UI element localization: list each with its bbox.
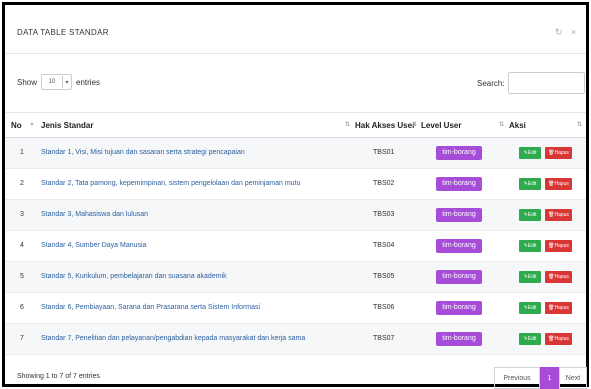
delete-button[interactable]: 🗑Hapus [545, 271, 572, 283]
edit-label: Edit [527, 243, 537, 249]
entries-select[interactable]: 10 ▾ [41, 74, 73, 90]
column-header-no[interactable]: No [11, 121, 22, 130]
page-1-button[interactable]: 1 [540, 367, 559, 389]
edit-label: Edit [527, 336, 537, 342]
jenis-standar-link[interactable]: Standar 1, Visi, Misi tujuan dan sasaran… [41, 149, 245, 156]
jenis-standar-link[interactable]: Standar 7, Penelitian dan pelayanan/peng… [41, 335, 305, 342]
sort-icon: ⇅ [345, 122, 351, 128]
panel-title: DATA TABLE STANDAR [17, 28, 109, 37]
refresh-icon[interactable]: ↻ [555, 27, 563, 38]
row-number: 5 [20, 273, 24, 280]
search-input[interactable] [507, 72, 585, 94]
row-number: 4 [20, 242, 24, 249]
hak-akses-value: TBS01 [373, 149, 395, 156]
edit-button[interactable]: ✎Edit [519, 333, 541, 345]
delete-button[interactable]: 🗑Hapus [545, 240, 572, 252]
show-label: Show [17, 77, 38, 87]
edit-label: Edit [527, 305, 537, 311]
entries-select-value: 10 [48, 79, 56, 85]
table-row: 6 Standar 6, Pembiayaan, Sarana dan Pras… [5, 293, 586, 324]
delete-button[interactable]: 🗑Hapus [545, 209, 572, 221]
hak-akses-value: TBS07 [373, 335, 395, 342]
edit-button[interactable]: ✎Edit [519, 240, 541, 252]
hak-akses-value: TBS06 [373, 304, 395, 311]
chevron-down-icon: ▾ [62, 76, 71, 88]
search-label: Search: [477, 78, 505, 88]
sort-icon: ⇅ [577, 122, 583, 128]
close-icon[interactable]: × [571, 27, 576, 37]
search-control: Search: [477, 72, 585, 94]
delete-button[interactable]: 🗑Hapus [545, 302, 572, 314]
delete-label: Hapus [554, 212, 569, 218]
hak-akses-value: TBS04 [373, 242, 395, 249]
table-info: Showing 1 to 7 of 7 entries [17, 373, 100, 380]
jenis-standar-link[interactable]: Standar 4, Sumber Daya Manusia [41, 242, 146, 249]
delete-label: Hapus [554, 150, 569, 156]
column-header-jenis-standar[interactable]: Jenis Standar [41, 121, 93, 130]
delete-label: Hapus [554, 305, 569, 311]
edit-button[interactable]: ✎Edit [519, 147, 541, 159]
delete-label: Hapus [554, 243, 569, 249]
hak-akses-value: TBS02 [373, 180, 395, 187]
previous-button[interactable]: Previous [494, 367, 540, 389]
delete-button[interactable]: 🗑Hapus [545, 147, 572, 159]
edit-label: Edit [527, 181, 537, 187]
panel-header: DATA TABLE STANDAR ↻ × [5, 5, 586, 54]
jenis-standar-link[interactable]: Standar 5, Kurikulum, pembelajaran dan s… [41, 273, 227, 280]
edit-label: Edit [527, 150, 537, 156]
edit-label: Edit [527, 274, 537, 280]
row-number: 6 [20, 304, 24, 311]
table-row: 1 Standar 1, Visi, Misi tujuan dan sasar… [5, 138, 586, 169]
sort-icon: ⇅ [499, 122, 505, 128]
table-row: 3 Standar 3, Mahasiswa dan lulusan TBS03… [5, 200, 586, 231]
row-number: 3 [20, 211, 24, 218]
edit-label: Edit [527, 212, 537, 218]
level-user-badge: tim-borang [436, 239, 482, 253]
level-user-badge: tim-borang [436, 177, 482, 191]
column-header-aksi[interactable]: Aksi [509, 121, 526, 130]
table-row: 7 Standar 7, Penelitian dan pelayanan/pe… [5, 324, 586, 355]
edit-button[interactable]: ✎Edit [519, 209, 541, 221]
data-table-panel: DATA TABLE STANDAR ↻ × Show 10 ▾ entries… [5, 5, 587, 389]
table-row: 4 Standar 4, Sumber Daya Manusia TBS04 t… [5, 231, 586, 262]
row-number: 7 [20, 335, 24, 342]
level-user-badge: tim-borang [436, 301, 482, 315]
column-header-hak-akses-user[interactable]: Hak Akses User [355, 121, 415, 130]
edit-button[interactable]: ✎Edit [519, 302, 541, 314]
jenis-standar-link[interactable]: Standar 3, Mahasiswa dan lulusan [41, 211, 148, 218]
level-user-badge: tim-borang [436, 146, 482, 160]
delete-label: Hapus [554, 336, 569, 342]
length-control: Show 10 ▾ entries [17, 74, 100, 90]
table-row: 5 Standar 5, Kurikulum, pembelajaran dan… [5, 262, 586, 293]
delete-button[interactable]: 🗑Hapus [545, 333, 572, 345]
column-header-level-user[interactable]: Level User [421, 121, 461, 130]
next-button[interactable]: Next [559, 367, 587, 389]
table-header: No ▲ Jenis Standar ⇅ Hak Akses User ⇅ Le… [5, 112, 586, 139]
level-user-badge: tim-borang [436, 208, 482, 222]
table-row: 2 Standar 2, Tata pamong, kepemimpinan, … [5, 169, 586, 200]
row-number: 2 [20, 180, 24, 187]
window-frame: DATA TABLE STANDAR ↻ × Show 10 ▾ entries… [2, 2, 589, 389]
jenis-standar-link[interactable]: Standar 6, Pembiayaan, Sarana dan Prasar… [41, 304, 260, 311]
row-number: 1 [20, 149, 24, 156]
hak-akses-value: TBS03 [373, 211, 395, 218]
edit-button[interactable]: ✎Edit [519, 271, 541, 283]
entries-label: entries [76, 77, 101, 87]
delete-label: Hapus [554, 181, 569, 187]
level-user-badge: tim-borang [436, 332, 482, 346]
delete-button[interactable]: 🗑Hapus [545, 178, 572, 190]
jenis-standar-link[interactable]: Standar 2, Tata pamong, kepemimpinan, si… [41, 180, 300, 187]
sort-icon: ⇅ [412, 122, 418, 128]
delete-label: Hapus [554, 274, 569, 280]
level-user-badge: tim-borang [436, 270, 482, 284]
sort-asc-icon: ▲ [29, 121, 35, 127]
hak-akses-value: TBS05 [373, 273, 395, 280]
pagination: Previous 1 Next [494, 367, 587, 389]
edit-button[interactable]: ✎Edit [519, 178, 541, 190]
